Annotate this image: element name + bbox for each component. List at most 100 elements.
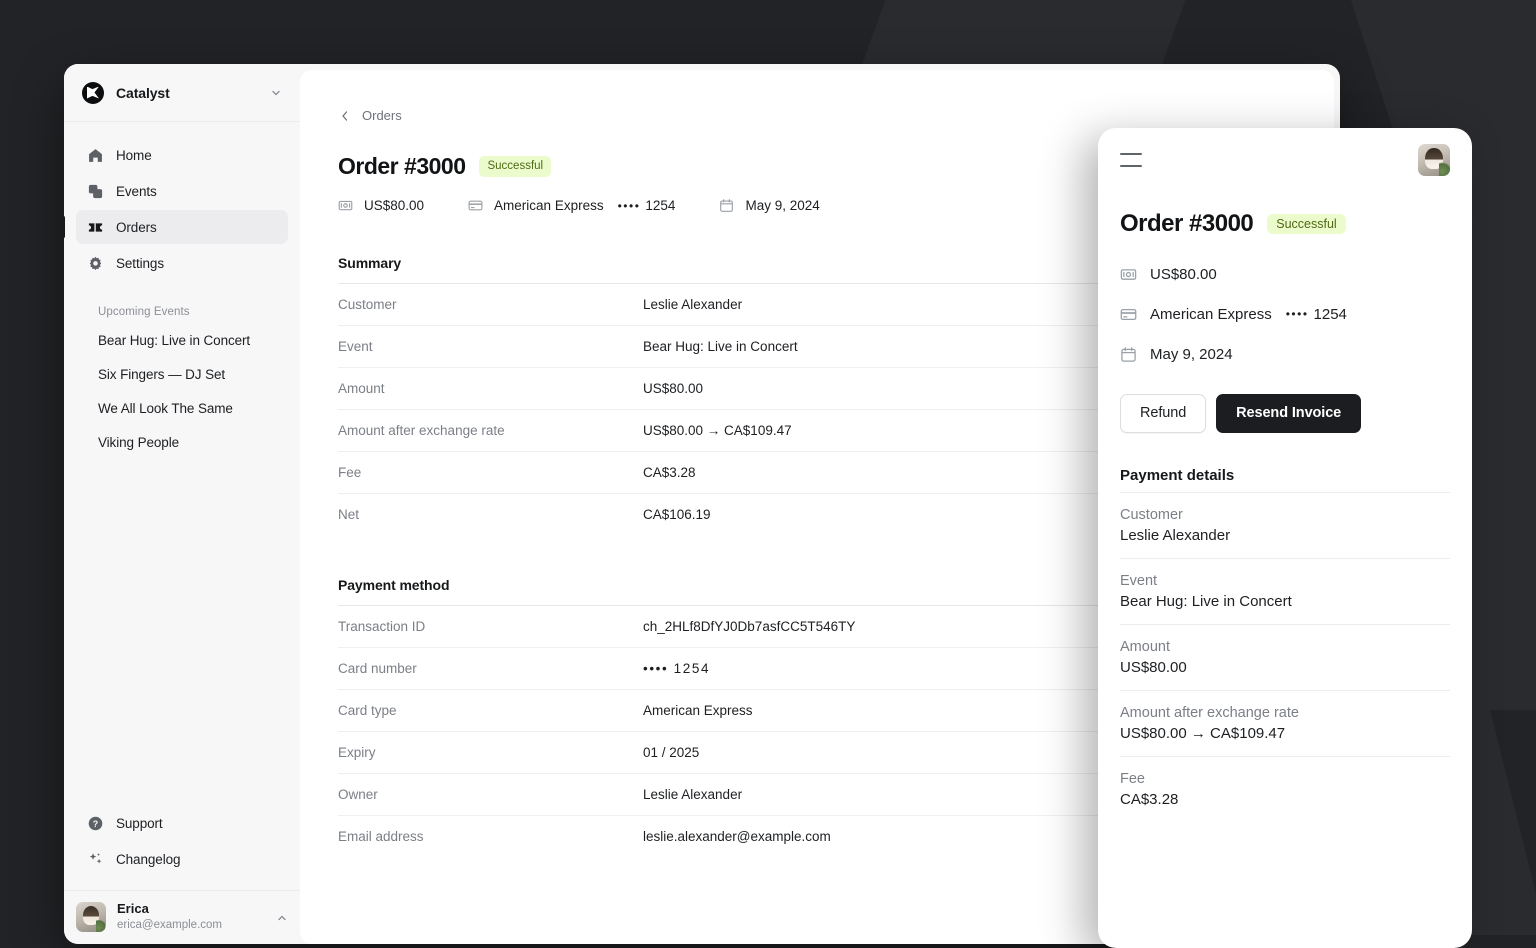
meta-card-brand: American Express: [494, 198, 604, 213]
page-title: Order #3000: [1120, 210, 1253, 238]
meta-card-brand: American Express: [1150, 306, 1272, 323]
chevron-down-icon: [270, 87, 282, 99]
meta-card: American Express •••• 1254: [1120, 294, 1450, 334]
question-circle-icon: ?: [86, 814, 104, 832]
avatar[interactable]: [1418, 144, 1450, 176]
sidebar: Catalyst Home Events: [64, 64, 300, 944]
row-key: Amount: [1120, 639, 1450, 655]
sidebar-item-support[interactable]: ? Support: [76, 806, 288, 840]
sidebar-item-settings[interactable]: Settings: [76, 246, 288, 280]
chevron-left-icon: [338, 109, 352, 123]
list-item: Amount after exchange rate US$80.00 → CA…: [1120, 690, 1450, 756]
meta-amount: US$80.00: [1120, 254, 1450, 294]
catalyst-logo-icon: [82, 82, 104, 104]
sidebar-spacer: [64, 460, 300, 806]
sidebar-event-item[interactable]: Viking People: [88, 426, 276, 460]
sidebar-nav: Home Events Orders Settings: [64, 122, 300, 460]
meta-amount-value: US$80.00: [1150, 266, 1217, 283]
mobile-topbar: [1098, 128, 1472, 192]
resend-invoice-button[interactable]: Resend Invoice: [1216, 394, 1361, 433]
sidebar-item-label: Events: [116, 184, 157, 199]
meta-card-dots: ••••: [1286, 307, 1309, 321]
sidebar-event-item[interactable]: Bear Hug: Live in Concert: [88, 324, 276, 358]
svg-text:?: ?: [92, 819, 97, 829]
credit-card-icon: [1120, 306, 1137, 323]
calendar-icon: [719, 198, 734, 213]
home-icon: [86, 146, 104, 164]
sidebar-item-home[interactable]: Home: [76, 138, 288, 172]
mobile-preview-panel: Order #3000 Successful US$80.00 American…: [1098, 128, 1472, 948]
sidebar-item-label: Support: [116, 816, 163, 831]
hamburger-menu-icon[interactable]: [1120, 153, 1142, 167]
banknote-icon: [1120, 266, 1137, 283]
sidebar-item-events[interactable]: Events: [76, 174, 288, 208]
sidebar-item-label: Orders: [116, 220, 157, 235]
row-key: Event: [338, 326, 643, 368]
sidebar-item-label: Changelog: [116, 852, 180, 867]
mobile-action-buttons: Refund Resend Invoice: [1120, 394, 1450, 433]
user-info: Erica erica@example.com: [117, 901, 222, 932]
brand-name: Catalyst: [116, 85, 170, 101]
row-key: Customer: [338, 284, 643, 326]
row-key: Customer: [1120, 507, 1450, 523]
meta-card-dots: ••••: [618, 199, 641, 213]
row-key: Amount after exchange rate: [1120, 705, 1450, 721]
status-badge: Successful: [1267, 214, 1345, 234]
user-email: erica@example.com: [117, 918, 222, 932]
row-value: US$80.00 → CA$109.47: [1120, 725, 1450, 742]
list-item: Customer Leslie Alexander: [1120, 492, 1450, 558]
gear-icon: [86, 254, 104, 272]
meta-card-last4: 1254: [645, 198, 675, 213]
row-key: Owner: [338, 774, 643, 816]
payment-details-title: Payment details: [1120, 467, 1450, 484]
meta-date: May 9, 2024: [719, 198, 819, 213]
sidebar-event-item[interactable]: Six Fingers — DJ Set: [88, 358, 276, 392]
credit-card-icon: [468, 198, 483, 213]
row-key: Transaction ID: [338, 606, 643, 648]
list-item: Amount US$80.00: [1120, 624, 1450, 690]
avatar: [76, 902, 106, 932]
page-title: Order #3000: [338, 153, 465, 180]
sidebar-user-button[interactable]: Erica erica@example.com: [64, 890, 300, 944]
list-item: Event Bear Hug: Live in Concert: [1120, 558, 1450, 624]
meta-card-last4: 1254: [1314, 306, 1347, 323]
status-badge: Successful: [479, 156, 551, 177]
meta-date-value: May 9, 2024: [745, 198, 819, 213]
row-key: Fee: [1120, 771, 1450, 787]
row-key: Fee: [338, 452, 643, 494]
row-key: Card number: [338, 648, 643, 690]
sidebar-item-label: Home: [116, 148, 152, 163]
row-key: Event: [1120, 573, 1450, 589]
row-key: Amount: [338, 368, 643, 410]
row-value: CA$3.28: [1120, 791, 1450, 808]
refund-button[interactable]: Refund: [1120, 394, 1206, 433]
meta-date-value: May 9, 2024: [1150, 346, 1233, 363]
mobile-meta-list: US$80.00 American Express •••• 1254 May …: [1120, 254, 1450, 374]
meta-amount: US$80.00: [338, 198, 424, 213]
breadcrumb-back-orders[interactable]: Orders: [338, 108, 402, 123]
sidebar-item-changelog[interactable]: Changelog: [76, 842, 288, 876]
sidebar-brand-button[interactable]: Catalyst: [64, 64, 300, 122]
squares-icon: [86, 182, 104, 200]
row-value: US$80.00: [1120, 659, 1450, 676]
row-value: Leslie Alexander: [1120, 527, 1450, 544]
sidebar-event-item[interactable]: We All Look The Same: [88, 392, 276, 426]
sidebar-item-label: Settings: [116, 256, 164, 271]
mobile-body: Order #3000 Successful US$80.00 American…: [1098, 192, 1472, 822]
sidebar-item-orders[interactable]: Orders: [76, 210, 288, 244]
meta-amount-value: US$80.00: [364, 198, 424, 213]
sparkles-icon: [86, 850, 104, 868]
row-value: Bear Hug: Live in Concert: [1120, 593, 1450, 610]
row-key: Card type: [338, 690, 643, 732]
meta-card: American Express •••• 1254: [468, 198, 675, 213]
calendar-icon: [1120, 346, 1137, 363]
active-indicator: [64, 216, 65, 238]
sidebar-bottom-nav: ? Support Changelog: [64, 806, 300, 890]
row-key: Net: [338, 494, 643, 536]
row-key: Email address: [338, 816, 643, 858]
chevron-up-icon: [276, 911, 288, 923]
user-name: Erica: [117, 901, 222, 917]
mobile-order-header: Order #3000 Successful: [1120, 210, 1450, 238]
meta-date: May 9, 2024: [1120, 334, 1450, 374]
row-key: Amount after exchange rate: [338, 410, 643, 452]
